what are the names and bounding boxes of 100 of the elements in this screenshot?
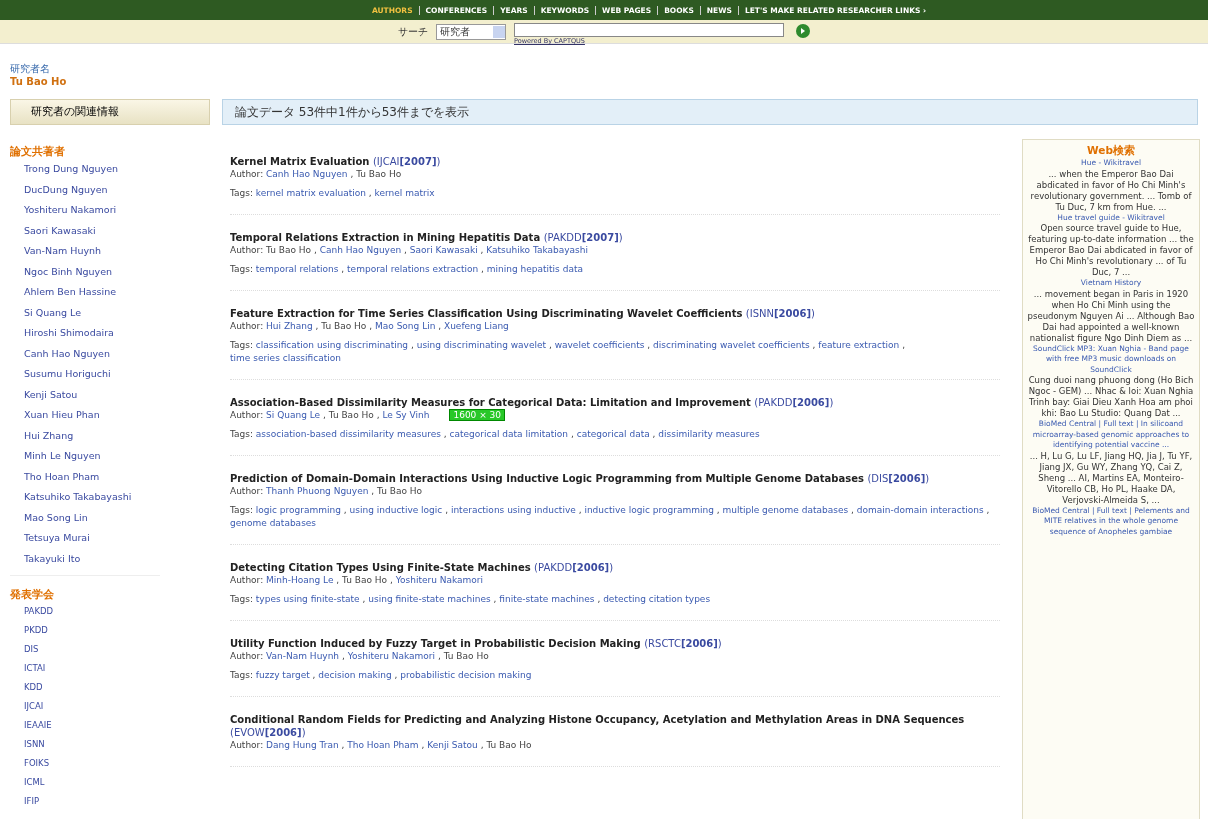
sidebar-link[interactable]: Hui Zhang [10,425,215,446]
author-link[interactable]: Si Quang Le [266,410,321,420]
result-summary: 論文データ 53件中1件から53件までを表示 [222,99,1198,125]
author-link[interactable]: Kenji Satou [427,740,478,750]
sidebar-link[interactable]: IJCAI [10,697,160,716]
tag-link[interactable]: feature extraction [818,340,900,350]
venue-link[interactable]: (PAKDD[2006]) [534,562,614,573]
tag-link[interactable]: multiple genome databases [722,505,849,515]
tag-link[interactable]: kernel matrix evaluation [255,188,366,198]
tag-link[interactable]: association-based dissimilarity measures [255,429,441,439]
sidebar-link[interactable]: Ngoc Binh Nguyen [10,261,215,282]
tag-link[interactable]: genome databases [230,518,317,528]
sidebar-link[interactable]: Hiroshi Shimodaira [10,323,215,344]
tag-link[interactable]: kernel matrix [374,188,435,198]
sidebar-link[interactable]: ICTAI [10,659,160,678]
sidebar-link[interactable]: PKDD [10,621,160,640]
web-search-title: Web検索 [1086,144,1136,158]
tag-link[interactable]: inductive logic programming [584,505,714,515]
tag-link[interactable]: types using finite-state [255,594,360,604]
sidebar-link[interactable]: Tho Hoan Pham [10,466,215,487]
paper-title: Temporal Relations Extraction in Mining Hepatitis Data (PAKDD[2007]) [230,231,624,244]
author-link[interactable]: Saori Kawasaki [409,245,478,255]
tag-link[interactable]: dissimilarity measures [658,429,760,439]
sidebar-link[interactable]: Canh Hao Nguyen [10,343,215,364]
tag-link[interactable]: temporal relations extraction [347,264,479,274]
go-button[interactable] [796,24,810,38]
author-link[interactable]: Xuefeng Liang [444,321,509,331]
search-type-select[interactable]: 研究者 [436,24,506,40]
tag-link[interactable]: time series classification [230,353,341,363]
author-link[interactable]: Yoshiteru Nakamori [347,651,436,661]
author-link[interactable]: Mao Song Lin [375,321,436,331]
sidebar-link[interactable]: Xuan Hieu Phan [10,405,215,426]
tag-link[interactable]: interactions using inductive [450,505,576,515]
tag-link[interactable]: domain-domain interactions [856,505,984,515]
author-link[interactable]: Thanh Phuong Nguyen [266,486,369,496]
tag-link[interactable]: fuzzy target [255,670,310,680]
tag-link[interactable]: using inductive logic [349,505,443,515]
sidebar-link[interactable]: ISNN [10,735,160,754]
venue-link[interactable]: (IJCAI[2007]) [372,156,441,167]
venue-link[interactable]: (ISNN[2006]) [745,308,815,319]
tag-link[interactable]: categorical data [576,429,650,439]
sidebar-link[interactable]: Kenji Satou [10,384,215,405]
sidebar-link[interactable]: Van-Nam Huynh [10,241,215,262]
tag-link[interactable]: wavelet coefficients [554,340,645,350]
sidebar-link[interactable]: Takayuki Ito [10,548,215,569]
sidebar-link[interactable]: FOIKS [10,754,160,773]
related-info-button[interactable]: 研究者の関連情報 [10,99,210,125]
author-link[interactable]: Canh Hao Nguyen [319,245,402,255]
tag-link[interactable]: decision making [318,670,392,680]
tag-link[interactable]: finite-state machines [499,594,595,604]
tags-line: Tags: fuzzy target , decision making , probabilistic decision making [230,669,533,682]
venue-link[interactable]: (DIS[2006]) [867,473,930,484]
author-link[interactable]: Tho Hoan Pham [347,740,419,750]
sidebar-link[interactable]: KDD [10,678,160,697]
sidebar-link[interactable]: DIS [10,640,160,659]
sidebar-link[interactable]: PAKDD [10,602,160,621]
author-name: Tu Bao Ho [266,245,312,255]
tags-line: Tags: temporal relations , temporal relations extraction , mining hepatitis data [230,263,584,276]
author-link[interactable]: Minh-Hoang Le [266,575,334,585]
venue-link[interactable]: (RSCTC[2006]) [644,638,722,649]
paper-title: Prediction of Domain-Domain Interactions Using Inductive Logic Programming from Multiple Genome Databases (DIS[2006]) [230,472,931,485]
tag-link[interactable]: temporal relations [255,264,339,274]
author-line: Author: Hui Zhang , Tu Bao Ho , Mao Song Lin , Xuefeng Liang [230,321,509,331]
paper-title: Association-Based Dissimilarity Measures for Categorical Data: Limitation and Improvement (PAKDD[2006]) [230,396,835,409]
tag-link[interactable]: probabilistic decision making [400,670,532,680]
tag-link[interactable]: using discriminating wavelet [416,340,547,350]
sidebar-link[interactable]: Katsuhiko Takabayashi [10,487,215,508]
author-link[interactable]: Van-Nam Huynh [266,651,340,661]
author-link[interactable]: Yoshiteru Nakamori [395,575,484,585]
sidebar-link[interactable]: Trong Dung Nguyen [10,159,215,180]
author-link[interactable]: Katsuhiko Takabayashi [486,245,588,255]
tag-link[interactable]: categorical data limitation [449,429,569,439]
sidebar-link[interactable]: IFIP [10,792,160,811]
author-name: Tu Bao Ho [321,321,367,331]
venue-link[interactable]: (PAKDD[2007]) [543,232,623,243]
sidebar-link[interactable]: Ahlem Ben Hassine [10,282,215,303]
tag-link[interactable]: mining hepatitis data [486,264,583,274]
author-link[interactable]: Hui Zhang [266,321,313,331]
sidebar-link[interactable]: DucDung Nguyen [10,179,215,200]
author-link[interactable]: Le Sy Vinh [382,410,430,420]
tag-link[interactable]: using finite-state machines [368,594,491,604]
tag-link[interactable]: logic programming [255,505,341,515]
tags-line: Tags: kernel matrix evaluation , kernel matrix [230,187,436,200]
tag-link[interactable]: detecting citation types [603,594,711,604]
author-link[interactable]: Dang Hung Tran [266,740,339,750]
sidebar-link[interactable]: Si Quang Le [10,302,215,323]
sidebar-link[interactable]: Saori Kawasaki [10,220,215,241]
venue-link[interactable]: (EVOW[2006]) [230,727,306,738]
venue-link[interactable]: (PAKDD[2006]) [754,397,834,408]
sidebar-link[interactable]: ICML [10,773,160,792]
sidebar-link[interactable]: Tetsuya Murai [10,528,215,549]
tag-link[interactable]: discriminating wavelet coefficients [653,340,810,350]
tag-link[interactable]: classification using discriminating [255,340,409,350]
sidebar-link[interactable]: Yoshiteru Nakamori [10,200,215,221]
sidebar-link[interactable]: Minh Le Nguyen [10,446,215,467]
sidebar-link[interactable]: Susumu Horiguchi [10,364,215,385]
author-link[interactable]: Canh Hao Nguyen [266,169,348,179]
sidebar-link[interactable]: IEAAIE [10,716,160,735]
search-field[interactable] [514,23,784,37]
sidebar-link[interactable]: Mao Song Lin [10,507,215,528]
